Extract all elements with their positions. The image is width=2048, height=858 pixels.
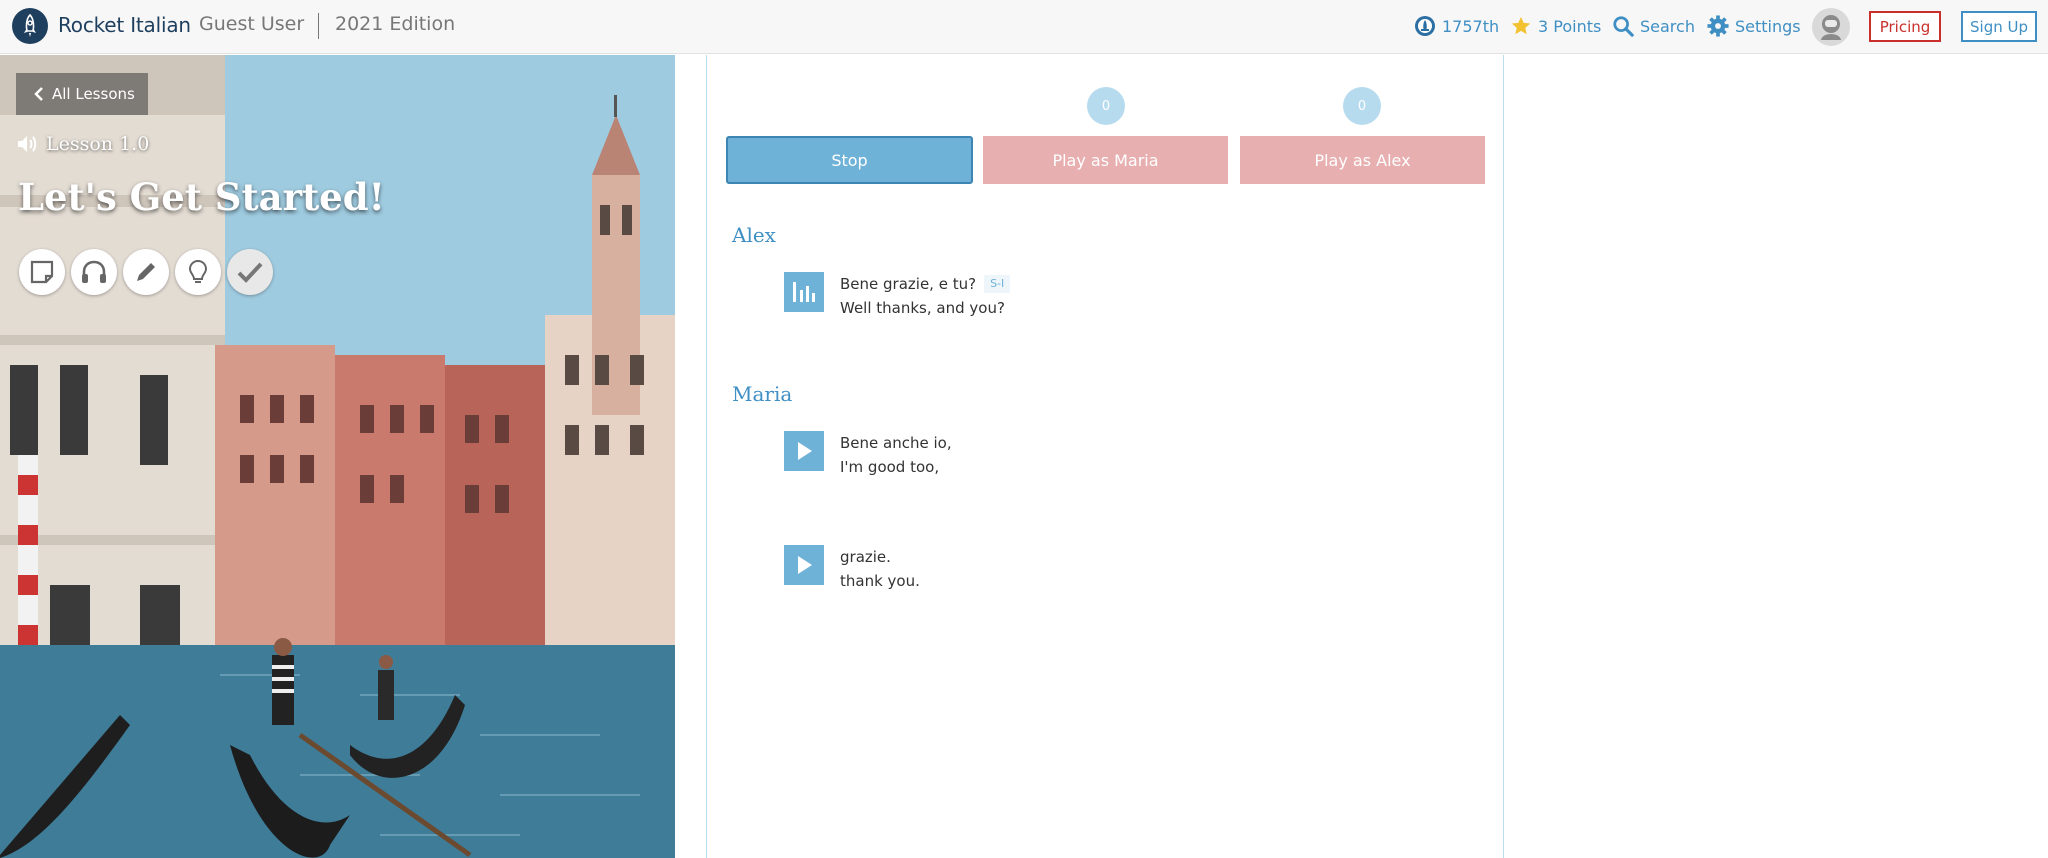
dialogue-line: grazie. thank you. — [784, 545, 920, 593]
all-lessons-button[interactable]: All Lessons — [16, 73, 148, 115]
english-text: thank you. — [840, 572, 920, 590]
play-as-alex-button[interactable]: Play as Alex — [1240, 136, 1485, 184]
listen-tool[interactable] — [71, 249, 117, 295]
english-text: Well thanks, and you? — [840, 299, 1005, 317]
italian-text: grazie. — [840, 548, 891, 566]
line-text: Bene anche io, I'm good too, — [840, 431, 952, 479]
search-icon — [1613, 16, 1634, 37]
search-link[interactable]: Search — [1612, 15, 1695, 37]
lesson-title: Let's Get Started! — [18, 175, 385, 219]
points-link[interactable]: 3 Points — [1510, 15, 1601, 37]
lesson-number-label: Lesson 1.0 — [46, 133, 150, 155]
astronaut-avatar-icon — [1821, 15, 1841, 40]
chevron-left-icon — [34, 87, 43, 101]
checkmark-icon — [237, 262, 263, 283]
speaker-name-maria: Maria — [732, 382, 793, 406]
brand-name[interactable]: Rocket Italian — [58, 13, 191, 37]
notepad-icon — [30, 260, 54, 284]
user-name: Guest User — [199, 13, 305, 35]
tip-tool[interactable] — [175, 249, 221, 295]
rocket-logo-icon[interactable] — [12, 8, 48, 44]
notepad-tool[interactable] — [19, 249, 65, 295]
signup-button[interactable]: Sign Up — [1961, 11, 2037, 42]
gear-icon — [1707, 15, 1729, 37]
write-tool[interactable] — [123, 249, 169, 295]
play-as-maria-button[interactable]: Play as Maria — [983, 136, 1228, 184]
rank-link[interactable]: 1757th — [1414, 15, 1499, 37]
edition-label: 2021 Edition — [335, 13, 456, 35]
lesson-number: Lesson 1.0 — [16, 133, 149, 155]
star-icon — [1511, 16, 1531, 35]
lesson-hero: All Lessons Lesson 1.0 Let's Get Started… — [0, 55, 675, 858]
avatar[interactable] — [1812, 8, 1850, 46]
line-text: grazie. thank you. — [840, 545, 920, 593]
alex-score-badge: 0 — [1343, 87, 1381, 125]
dialogue-line: Bene grazie, e tu? S-I Well thanks, and … — [784, 272, 1011, 320]
settings-link[interactable]: Settings — [1707, 15, 1801, 37]
lightbulb-icon — [188, 259, 208, 283]
play-icon — [798, 556, 812, 574]
rank-value: 1757th — [1442, 16, 1500, 36]
pricing-button[interactable]: Pricing — [1869, 11, 1941, 42]
italian-text: Bene anche io, — [840, 434, 952, 452]
english-text: I'm good too, — [840, 458, 940, 476]
points-value: 3 Points — [1538, 16, 1602, 36]
rank-icon — [1415, 16, 1435, 36]
speaker-icon[interactable] — [16, 134, 38, 154]
headphones-icon — [82, 260, 106, 283]
italian-text: Bene grazie, e tu? — [840, 275, 977, 293]
lesson-tools — [19, 249, 273, 295]
stop-button[interactable]: Stop — [726, 136, 973, 184]
all-lessons-label: All Lessons — [52, 85, 135, 103]
divider — [318, 13, 319, 39]
play-audio-button[interactable] — [784, 431, 824, 471]
line-text: Bene grazie, e tu? S-I Well thanks, and … — [840, 272, 1011, 320]
play-audio-button[interactable] — [784, 545, 824, 585]
audio-playing-button[interactable] — [784, 272, 824, 312]
pencil-icon — [137, 263, 155, 281]
equalizer-icon — [793, 282, 815, 302]
maria-score-badge: 0 — [1087, 87, 1125, 125]
speaker-name-alex: Alex — [732, 223, 776, 247]
search-label: Search — [1640, 16, 1695, 36]
play-icon — [798, 442, 812, 460]
dialogue-line: Bene anche io, I'm good too, — [784, 431, 952, 479]
complete-tool[interactable] — [227, 249, 273, 295]
settings-label: Settings — [1735, 16, 1801, 36]
top-bar: Rocket Italian Guest User 2021 Edition 1… — [0, 0, 2048, 54]
formality-tag: S-I — [984, 275, 1011, 293]
dialogue-panel: 0 0 Stop Play as Maria Play as Alex Alex… — [706, 55, 1504, 858]
